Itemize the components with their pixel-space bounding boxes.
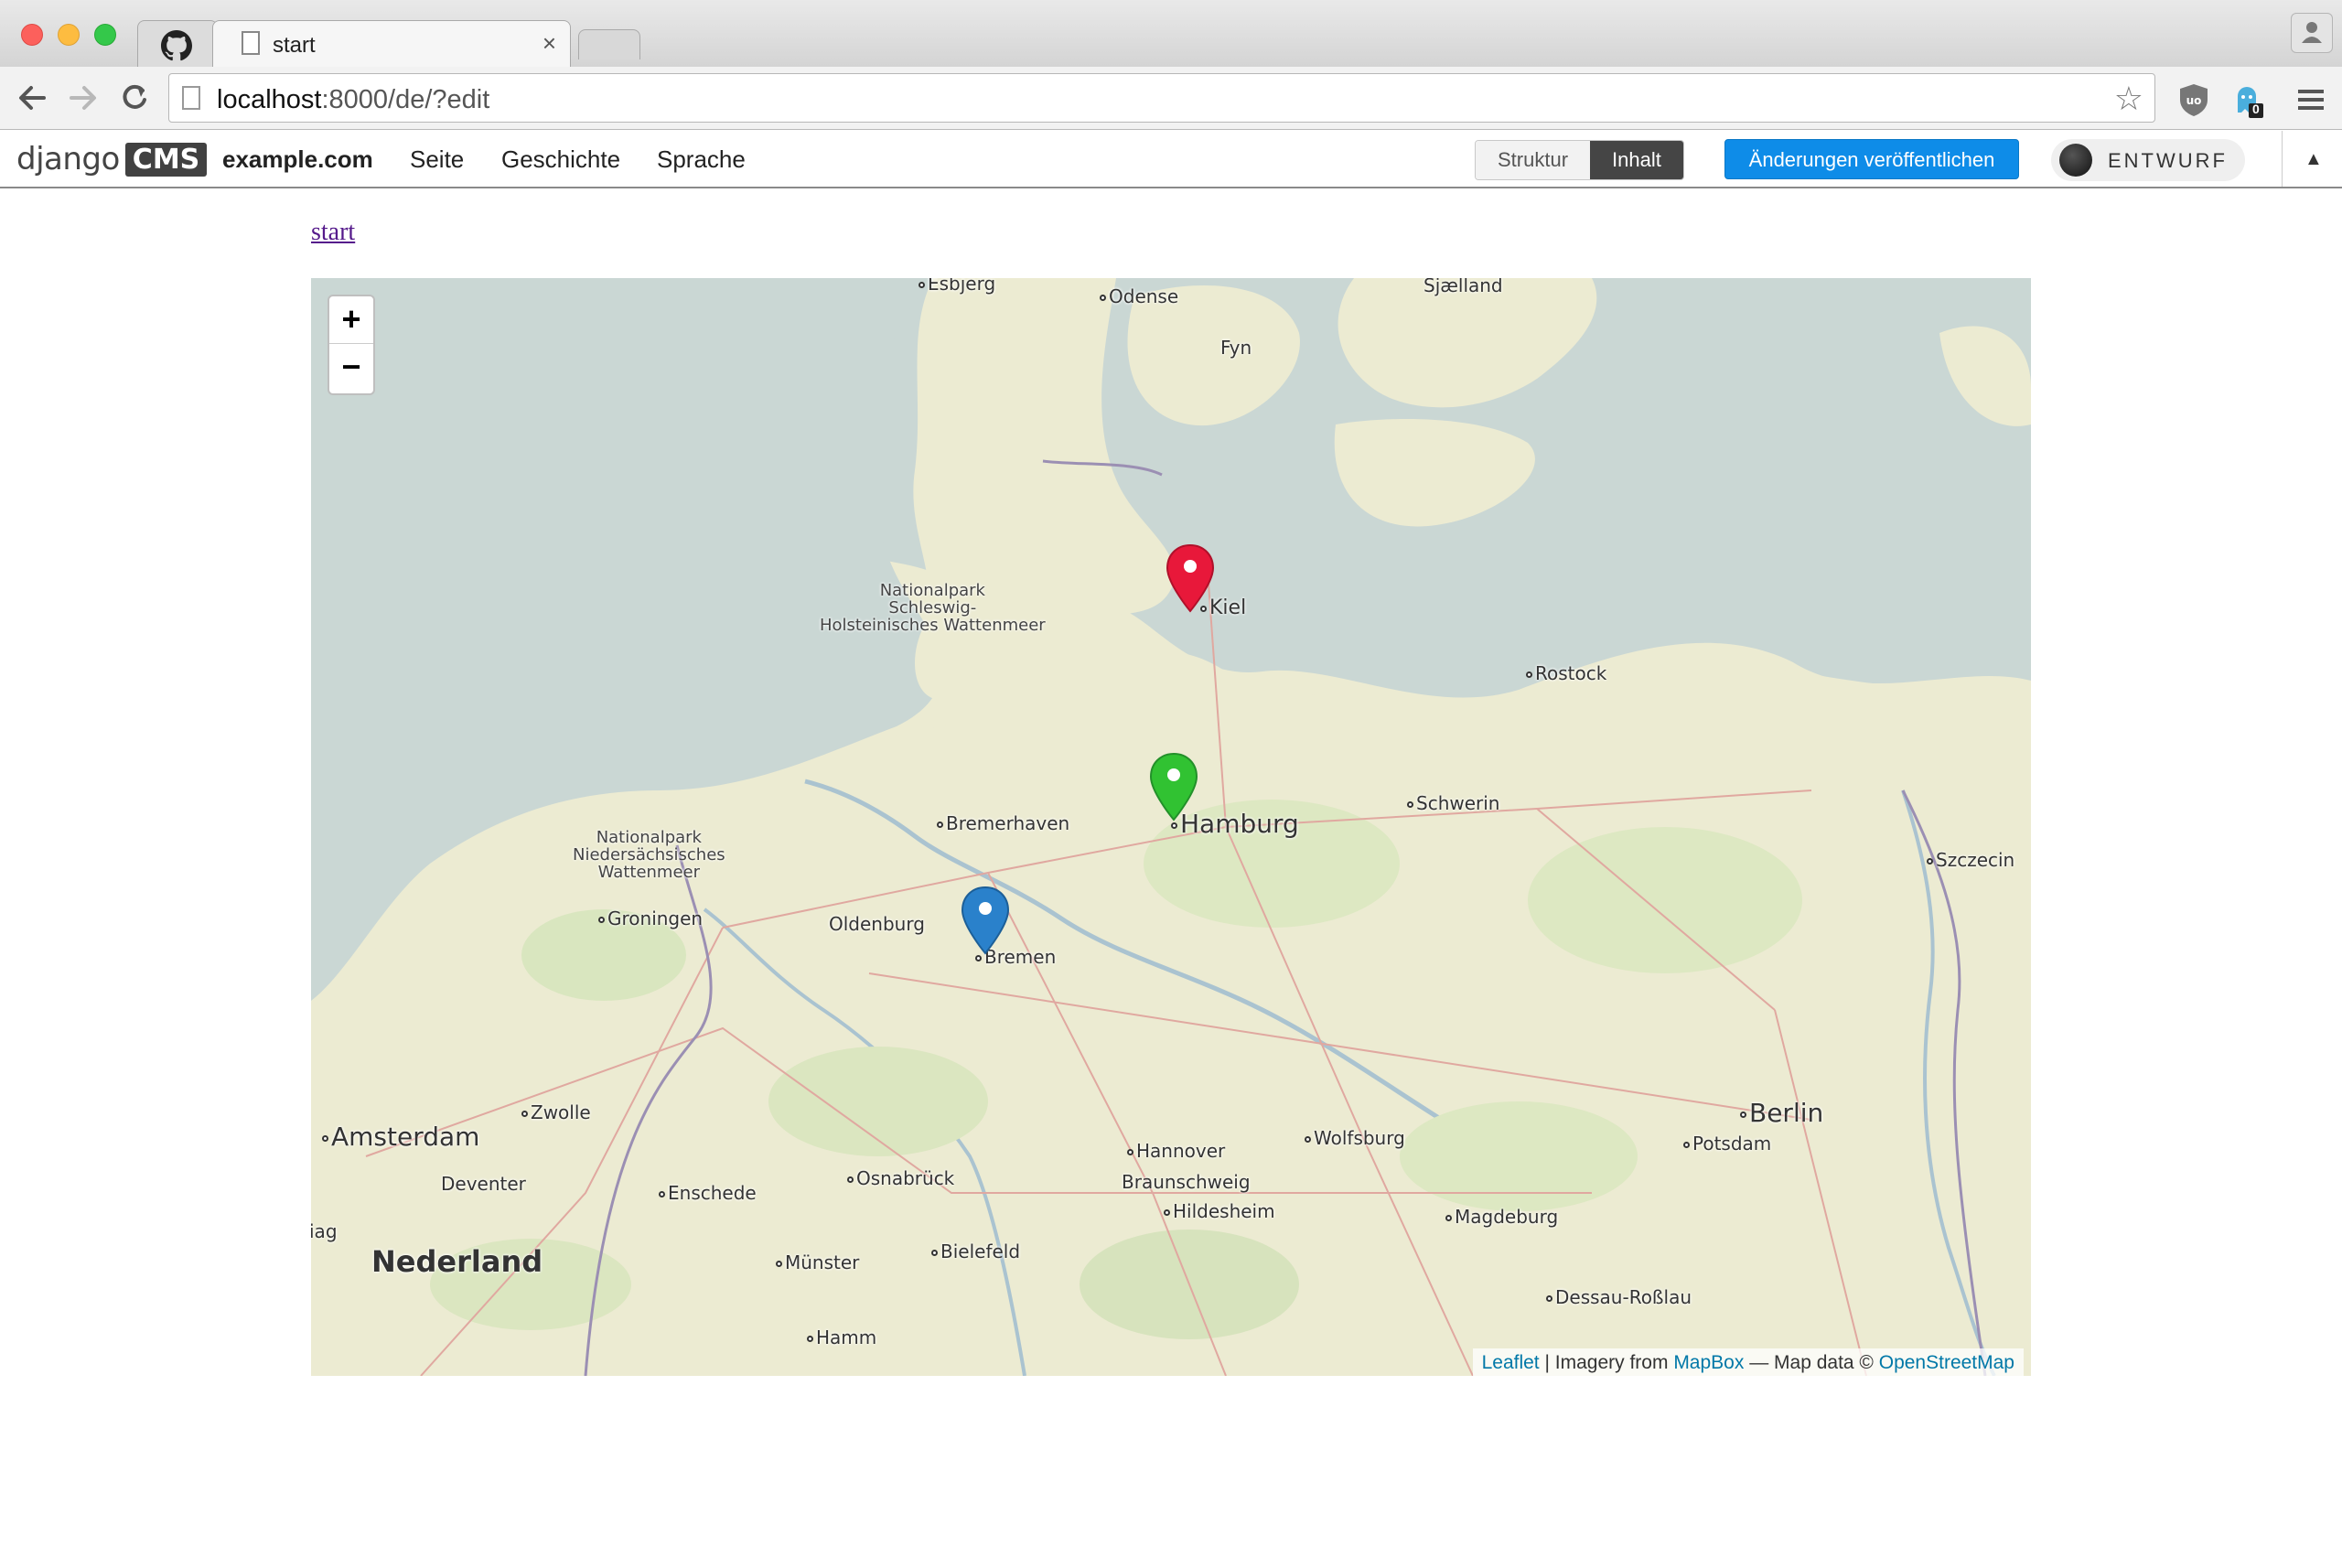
national-park-label: Nationalpark Niedersächsisches Wattenmee… (573, 828, 725, 882)
draft-status-dot (2059, 144, 2092, 177)
mode-switch: Struktur Inhalt (1475, 140, 1684, 180)
openstreetmap-link[interactable]: OpenStreetMap (1879, 1352, 2014, 1373)
place-label: Wolfsburg (1305, 1127, 1405, 1149)
place-label: Schwerin (1407, 792, 1499, 814)
cms-menu-site[interactable]: example.com (222, 145, 373, 174)
place-label: Magdeburg (1445, 1206, 1558, 1228)
cms-logo-django: django (16, 141, 120, 177)
place-label: iag (311, 1220, 338, 1242)
draft-label: ENTWURF (2108, 149, 2228, 172)
person-icon (2302, 22, 2322, 43)
ublock-icon[interactable]: uo (2175, 81, 2212, 118)
place-label: Potsdam (1683, 1133, 1771, 1155)
place-label: Rostock (1526, 662, 1606, 684)
structure-mode-button[interactable]: Struktur (1476, 141, 1591, 179)
zoom-out-button[interactable]: − (329, 344, 373, 392)
draft-toggle[interactable]: ENTWURF (2051, 139, 2245, 181)
place-label: Münster (776, 1251, 859, 1273)
close-tab-icon[interactable]: × (543, 29, 556, 58)
page-title-link[interactable]: start (311, 218, 355, 247)
map[interactable]: + − Esbjerg Odense Fyn Sjælland National… (311, 278, 2031, 1376)
toolbar-collapse-button[interactable]: ▲ (2282, 131, 2342, 187)
place-label: Groningen (598, 908, 703, 929)
new-tab-button[interactable] (578, 29, 640, 59)
place-label: Zwolle (521, 1101, 591, 1123)
place-label: Berlin (1740, 1098, 1823, 1128)
attribution-text: | Imagery from (1539, 1352, 1674, 1373)
place-label: Sjælland (1423, 278, 1503, 296)
tab-start[interactable]: start × (212, 20, 571, 67)
map-marker-hamburg[interactable] (1149, 752, 1198, 822)
place-label: Odense (1100, 285, 1178, 307)
place-label: Deventer (441, 1173, 526, 1195)
page-icon (182, 86, 200, 110)
map-marker-kiel[interactable] (1166, 543, 1215, 613)
tab-title: start (273, 33, 316, 58)
place-label: Enschede (659, 1182, 757, 1204)
caret-up-icon: ▲ (2304, 149, 2323, 169)
tab-github[interactable] (137, 20, 218, 67)
reload-icon[interactable] (115, 80, 154, 116)
mapbox-link[interactable]: MapBox (1673, 1352, 1744, 1373)
url-path: :8000/de/?edit (321, 85, 490, 114)
place-label: Hannover (1127, 1140, 1225, 1162)
place-label: Bremerhaven (937, 812, 1069, 834)
github-icon (161, 30, 192, 61)
bookmark-star-icon[interactable]: ☆ (2114, 80, 2143, 118)
content-mode-button[interactable]: Inhalt (1590, 141, 1683, 179)
url-host: localhost (217, 85, 322, 114)
cms-menu-language[interactable]: Sprache (657, 145, 746, 174)
browser-toolbar: localhost:8000/de/?edit ☆ uo 0 (0, 67, 2342, 130)
minimize-window-button[interactable] (58, 24, 80, 46)
cms-toolbar: django CMS example.com Seite Geschichte … (0, 131, 2342, 188)
place-label: Fyn (1220, 337, 1252, 359)
country-label: Nederland (371, 1244, 543, 1279)
place-label: Bielefeld (931, 1240, 1020, 1262)
svg-text:uo: uo (2186, 94, 2202, 107)
map-marker-bremen[interactable] (961, 886, 1010, 955)
place-label: Amsterdam (322, 1122, 479, 1152)
place-label: Dessau-Roßlau (1546, 1286, 1692, 1308)
place-label: Osnabrück (847, 1167, 954, 1189)
profile-button[interactable] (2291, 13, 2333, 53)
cms-logo-cms: CMS (124, 142, 208, 177)
zoom-control: + − (328, 295, 375, 395)
ghostery-icon[interactable]: 0 (2229, 81, 2265, 118)
browser-titlebar: start × (0, 0, 2342, 67)
address-bar[interactable]: localhost:8000/de/?edit ☆ (168, 73, 2155, 123)
place-label: Esbjerg (919, 278, 995, 295)
place-label: Hildesheim (1164, 1200, 1275, 1222)
leaflet-link[interactable]: Leaflet (1482, 1352, 1540, 1373)
attribution-text: — Map data © (1744, 1352, 1879, 1373)
place-label: Oldenburg (829, 913, 925, 935)
forward-icon[interactable] (64, 80, 102, 116)
cms-menu-page[interactable]: Seite (410, 145, 464, 174)
document-icon (242, 31, 260, 55)
zoom-in-button[interactable]: + (329, 296, 373, 344)
map-attribution: Leaflet | Imagery from MapBox — Map data… (1472, 1348, 2024, 1376)
back-icon[interactable] (13, 80, 51, 116)
publish-changes-button[interactable]: Änderungen veröffentlichen (1724, 139, 2019, 179)
place-label: Braunschweig (1122, 1171, 1251, 1193)
cms-menu-history[interactable]: Geschichte (501, 145, 620, 174)
ghostery-count: 0 (2252, 102, 2260, 116)
menu-icon[interactable] (2293, 81, 2329, 118)
close-window-button[interactable] (21, 24, 43, 46)
place-label: Szczecin (1927, 849, 2014, 871)
place-label: Hamm (807, 1326, 876, 1348)
url-text[interactable]: localhost:8000/de/?edit (217, 85, 489, 115)
zoom-window-button[interactable] (94, 24, 116, 46)
national-park-label: Nationalpark Schleswig- Holsteinisches W… (820, 581, 1046, 635)
cms-logo[interactable]: django CMS (16, 140, 208, 178)
